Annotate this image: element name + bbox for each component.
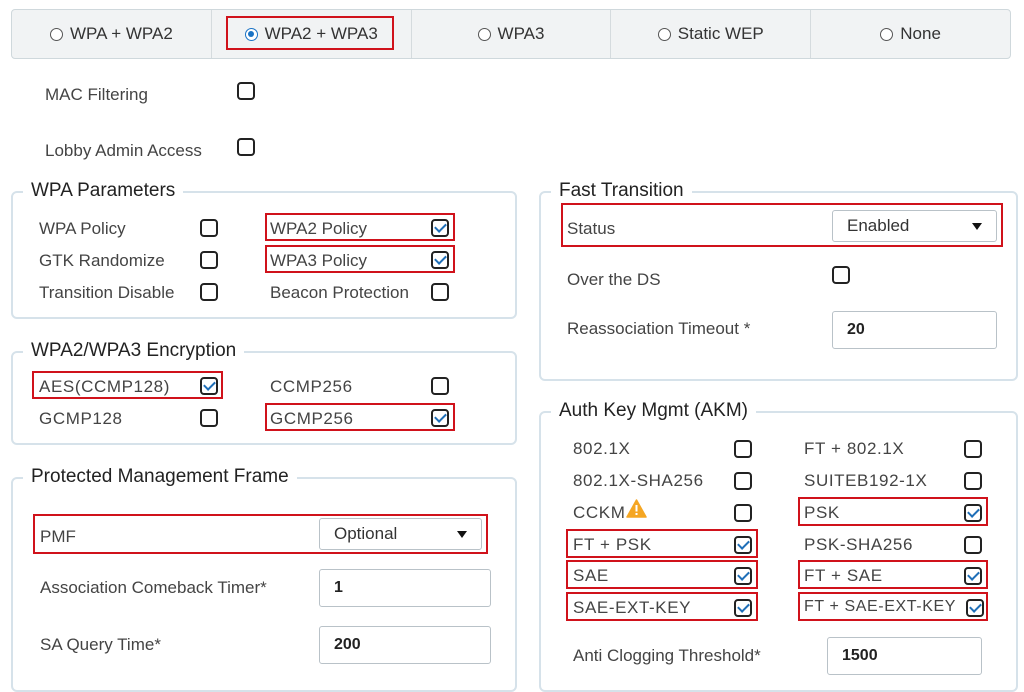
mac-filtering-label: MAC Filtering [45, 85, 148, 104]
radio-icon[interactable] [880, 27, 894, 41]
section-title: WPA Parameters [23, 180, 184, 202]
highlight-box [798, 560, 988, 589]
reassoc-timeout-label: Reassociation Timeout * [567, 319, 751, 338]
akm-802-1x-label: 802.1X [573, 439, 631, 458]
comeback-timer-label: Association Comeback Timer* [40, 578, 267, 597]
sa-query-time-input[interactable]: 200 [319, 626, 491, 664]
tab-static-wep[interactable]: Static WEP [611, 10, 812, 58]
gtk-randomize-checkbox[interactable] [200, 251, 218, 269]
akm-psk-sha256-label: PSK-SHA256 [804, 535, 913, 554]
highlight-box [226, 16, 394, 50]
ccmp256-label: CCMP256 [270, 377, 353, 396]
highlight-box [33, 514, 488, 554]
gcmp128-label: GCMP128 [39, 409, 123, 428]
wpa-policy-checkbox[interactable] [200, 219, 218, 237]
mac-filtering-checkbox[interactable] [237, 82, 255, 100]
akm-suiteb192-checkbox[interactable] [964, 472, 982, 490]
akm-suiteb192-label: SUITEB192-1X [804, 471, 928, 490]
akm-cckm-checkbox[interactable] [734, 504, 752, 522]
highlight-box [32, 371, 223, 399]
reassoc-timeout-input[interactable]: 20 [832, 311, 997, 349]
section-title: Fast Transition [551, 180, 692, 202]
radio-icon[interactable] [49, 27, 63, 41]
gcmp128-checkbox[interactable] [200, 409, 218, 427]
anti-clogging-label: Anti Clogging Threshold* [573, 646, 761, 665]
anti-clogging-input[interactable]: 1500 [827, 637, 982, 675]
akm-ft-802-1x-label: FT + 802.1X [804, 439, 905, 458]
sa-query-time-label: SA Query Time* [40, 635, 161, 654]
section-title: Protected Management Frame [23, 466, 297, 488]
radio-icon[interactable] [477, 27, 491, 41]
over-ds-label: Over the DS [567, 270, 661, 289]
highlight-box [265, 245, 455, 273]
wpa-policy-label: WPA Policy [39, 219, 126, 238]
highlight-box [798, 497, 988, 526]
lobby-admin-checkbox[interactable] [237, 138, 255, 156]
akm-ft-802-1x-checkbox[interactable] [964, 440, 982, 458]
akm-802-1x-checkbox[interactable] [734, 440, 752, 458]
highlight-box [265, 403, 455, 431]
gtk-randomize-label: GTK Randomize [39, 251, 165, 270]
highlight-box [265, 213, 455, 241]
beacon-protection-label: Beacon Protection [270, 283, 409, 302]
akm-802-1x-sha256-label: 802.1X-SHA256 [573, 471, 704, 490]
lobby-admin-label: Lobby Admin Access [45, 141, 202, 160]
highlight-box [561, 203, 1003, 247]
ccmp256-checkbox[interactable] [431, 377, 449, 395]
akm-802-1x-sha256-checkbox[interactable] [734, 472, 752, 490]
beacon-protection-checkbox[interactable] [431, 283, 449, 301]
akm-cckm-label: CCKM [573, 503, 626, 522]
akm-psk-sha256-checkbox[interactable] [964, 536, 982, 554]
section-title: WPA2/WPA3 Encryption [23, 340, 245, 362]
tab-none[interactable]: None [811, 10, 1010, 58]
over-ds-checkbox[interactable] [832, 266, 850, 284]
security-type-tabs: WPA + WPA2 WPA2 + WPA3 WPA3 Static WEP N… [11, 9, 1011, 59]
highlight-box [798, 592, 988, 621]
highlight-box [566, 529, 758, 558]
tab-wpa3[interactable]: WPA3 [412, 10, 612, 58]
transition-disable-label: Transition Disable [39, 283, 175, 302]
highlight-box [566, 560, 758, 589]
tab-wpa-wpa2[interactable]: WPA + WPA2 [12, 10, 212, 58]
transition-disable-checkbox[interactable] [200, 283, 218, 301]
section-title: Auth Key Mgmt (AKM) [551, 400, 756, 422]
highlight-box [566, 592, 758, 621]
warning-icon [626, 499, 647, 518]
comeback-timer-input[interactable]: 1 [319, 569, 491, 607]
radio-icon[interactable] [657, 27, 671, 41]
